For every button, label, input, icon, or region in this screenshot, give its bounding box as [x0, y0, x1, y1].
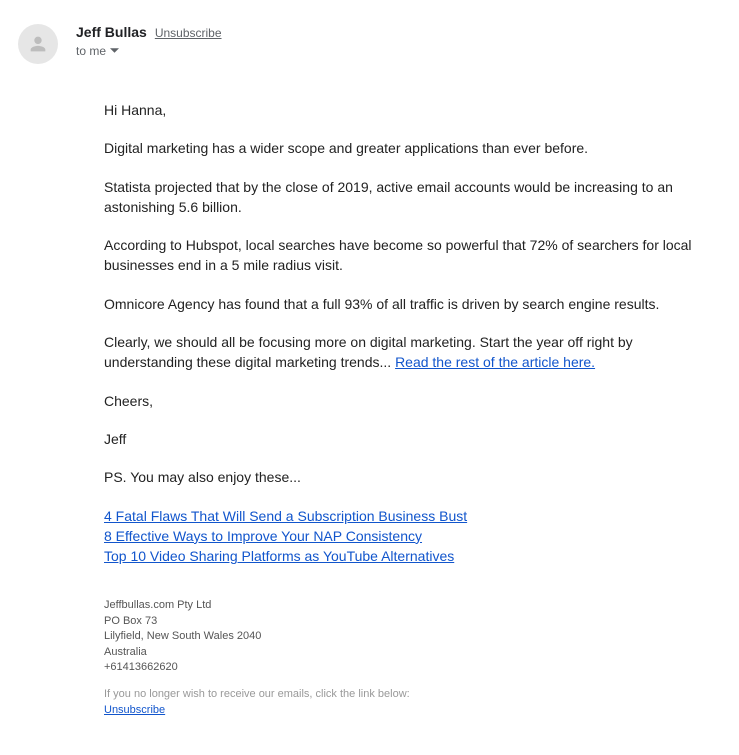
unsubscribe-link-top[interactable]: Unsubscribe	[155, 26, 222, 40]
footer-company: Jeffbullas.com Pty Ltd	[104, 598, 721, 613]
footer-phone: +61413662620	[104, 660, 721, 675]
ps-link-2[interactable]: 8 Effective Ways to Improve Your NAP Con…	[104, 528, 422, 544]
signoff: Cheers,	[104, 391, 721, 411]
ps-intro: PS. You may also enjoy these...	[104, 467, 721, 487]
footer-note: If you no longer wish to receive our ema…	[104, 687, 721, 702]
ps-links: 4 Fatal Flaws That Will Send a Subscript…	[104, 506, 721, 567]
paragraph-3: According to Hubspot, local searches hav…	[104, 235, 721, 276]
show-details-button[interactable]	[110, 42, 119, 60]
paragraph-2: Statista projected that by the close of …	[104, 177, 721, 218]
chevron-down-icon	[110, 47, 119, 55]
email-body: Hi Hanna, Digital marketing has a wider …	[104, 100, 721, 718]
footer-address: Jeffbullas.com Pty Ltd PO Box 73 Lilyfie…	[104, 598, 721, 675]
ps-link-1[interactable]: 4 Fatal Flaws That Will Send a Subscript…	[104, 508, 467, 524]
person-icon	[27, 33, 49, 55]
recipient-row: to me	[76, 42, 721, 60]
paragraph-5: Clearly, we should all be focusing more …	[104, 332, 721, 373]
unsubscribe-link-footer[interactable]: Unsubscribe	[104, 704, 165, 716]
sender-name: Jeff Bullas	[76, 24, 147, 40]
footer-city-line: Lilyfield, New South Wales 2040	[104, 629, 721, 644]
footer-country: Australia	[104, 645, 721, 660]
footer-po-box: PO Box 73	[104, 614, 721, 629]
header-info: Jeff Bullas Unsubscribe to me	[76, 24, 721, 60]
email-header: Jeff Bullas Unsubscribe to me	[18, 24, 721, 64]
read-article-link[interactable]: Read the rest of the article here.	[395, 354, 595, 370]
avatar[interactable]	[18, 24, 58, 64]
email-footer: Jeffbullas.com Pty Ltd PO Box 73 Lilyfie…	[104, 598, 721, 718]
paragraph-4: Omnicore Agency has found that a full 93…	[104, 294, 721, 314]
paragraph-1: Digital marketing has a wider scope and …	[104, 138, 721, 158]
recipient-label: to me	[76, 44, 106, 58]
greeting: Hi Hanna,	[104, 100, 721, 120]
sender-row: Jeff Bullas Unsubscribe	[76, 24, 721, 40]
signature: Jeff	[104, 429, 721, 449]
ps-link-3[interactable]: Top 10 Video Sharing Platforms as YouTub…	[104, 548, 454, 564]
